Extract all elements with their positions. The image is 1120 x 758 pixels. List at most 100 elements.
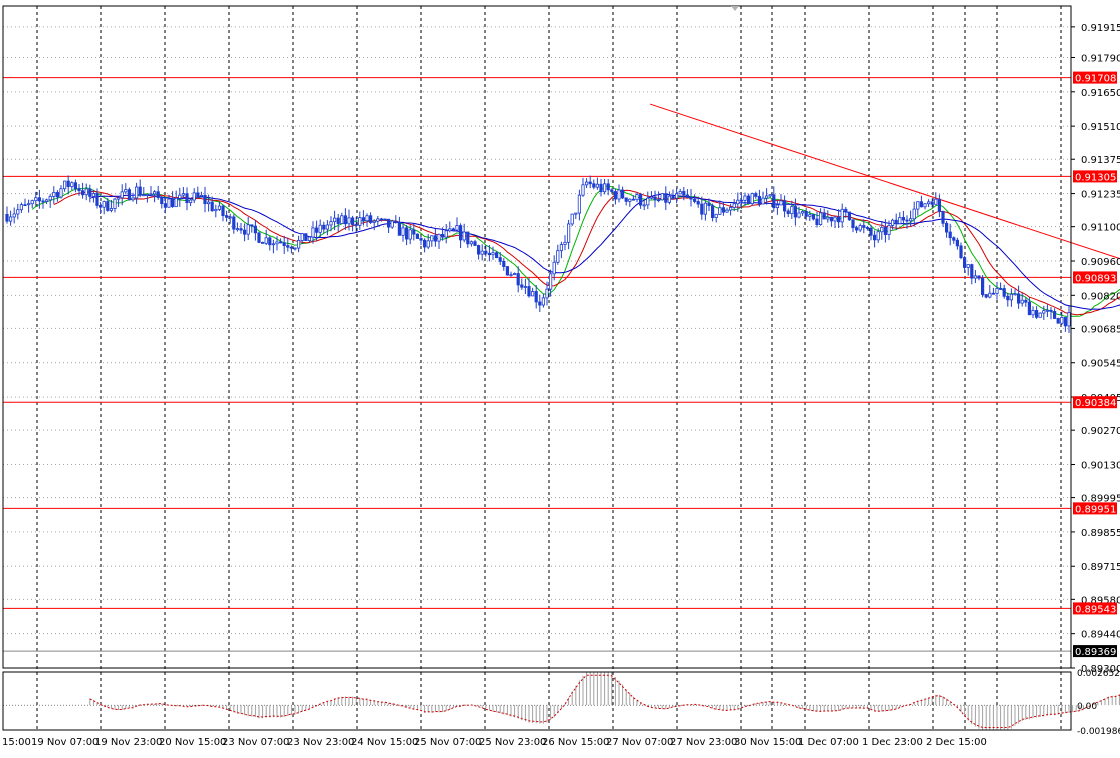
y-tick-label: 0.91235 — [1081, 190, 1120, 201]
candle-body — [563, 241, 567, 245]
candle-body — [927, 201, 931, 205]
candle-body — [559, 244, 564, 252]
candle-body — [156, 191, 160, 199]
candle-body — [253, 225, 257, 234]
candle-body — [106, 201, 110, 211]
price-level-label: 0.91708 — [1075, 74, 1116, 85]
candle-body — [711, 205, 715, 218]
candle-body — [70, 182, 74, 187]
candle-body — [570, 213, 574, 225]
candle-body — [531, 291, 535, 297]
candle-body — [271, 243, 276, 246]
candle-body — [1020, 299, 1024, 304]
candle-body — [167, 198, 171, 208]
candle-body — [898, 217, 902, 224]
candle-body — [268, 237, 272, 246]
candle-body — [41, 200, 45, 203]
osc-tick-label: -0.001986 — [1077, 727, 1120, 737]
candle-body — [336, 217, 340, 224]
candle-body — [163, 203, 167, 208]
candle-body — [235, 228, 239, 231]
candle-body — [775, 204, 780, 209]
candle-body — [1006, 295, 1010, 301]
candle-body — [401, 227, 405, 236]
candle-body — [286, 245, 290, 248]
candle-body — [325, 224, 330, 230]
candle-body — [444, 230, 448, 238]
candle-body — [440, 233, 445, 238]
candle-body — [59, 188, 63, 198]
candle-body — [689, 197, 693, 200]
candle-body — [300, 233, 304, 241]
candle-body — [1024, 299, 1028, 303]
candle-body — [63, 180, 67, 190]
candle-body — [419, 238, 423, 241]
candle-body — [379, 218, 384, 221]
candle-body — [91, 193, 95, 197]
candle-body — [505, 266, 510, 276]
y-tick-label: 0.90270 — [1081, 426, 1120, 437]
candle-body — [426, 240, 430, 248]
candle-body — [883, 226, 888, 235]
candle-body — [84, 188, 88, 196]
candle-body — [185, 193, 189, 204]
candle-body — [102, 201, 106, 208]
candle-body — [549, 273, 553, 290]
candle-body — [963, 257, 967, 268]
candle-body — [664, 193, 668, 203]
x-tick-label: 26 Nov 15:00 — [542, 737, 609, 748]
candle-body — [376, 218, 380, 222]
candle-body — [606, 183, 610, 191]
candle-body — [534, 291, 538, 303]
candle-body — [513, 273, 517, 276]
candle-body — [178, 194, 182, 199]
candle-body — [66, 180, 70, 187]
candle-body — [646, 197, 650, 206]
candle-body — [538, 301, 542, 306]
candle-body — [16, 209, 20, 215]
price-level-label: 0.91305 — [1075, 172, 1116, 183]
candle-body — [880, 226, 884, 233]
candle-body — [567, 223, 571, 243]
candle-body — [649, 196, 654, 199]
osc-tick-label: 0.002652 — [1077, 669, 1120, 679]
candle-body — [901, 217, 906, 221]
candle-body — [480, 250, 484, 255]
candle-body — [45, 199, 49, 202]
candle-body — [610, 189, 614, 192]
chart-area[interactable]: 0.91915 0.91790 0.91650 0.91510 0.91375 0.912… — [0, 0, 1120, 754]
candle-body — [34, 197, 38, 202]
candle-body — [707, 202, 711, 207]
candle-body — [1009, 293, 1014, 301]
candle-body — [340, 215, 344, 224]
candle-body — [678, 191, 682, 195]
candle-body — [433, 235, 438, 242]
candle-body — [822, 212, 826, 220]
x-tick-label: 2 Dec 15:00 — [926, 737, 987, 748]
forex-chart[interactable]: 0.91915 0.91790 0.91650 0.91510 0.91375 0.912… — [0, 0, 1120, 754]
candle-body — [113, 198, 117, 209]
candle-body — [484, 250, 488, 254]
candle-body — [696, 201, 700, 205]
candle-body — [1049, 309, 1053, 312]
candle-body — [1056, 318, 1060, 324]
candle-body — [138, 186, 142, 196]
candle-body — [671, 195, 675, 199]
candle-body — [624, 197, 628, 202]
candle-body — [134, 186, 139, 199]
candle-body — [815, 218, 819, 225]
candle-body — [667, 195, 672, 203]
candle-body — [599, 183, 603, 193]
candle-body — [498, 257, 502, 262]
candle-body — [228, 216, 232, 219]
candle-body — [930, 201, 934, 205]
candle-body — [653, 196, 657, 201]
candle-body — [808, 214, 812, 217]
candle-body — [52, 192, 56, 197]
candle-body — [1013, 293, 1017, 296]
candle-body — [693, 198, 697, 202]
candle-body — [642, 204, 646, 207]
candle-body — [210, 201, 214, 212]
candle-body — [660, 193, 664, 201]
y-tick-label: 0.91100 — [1081, 223, 1120, 234]
